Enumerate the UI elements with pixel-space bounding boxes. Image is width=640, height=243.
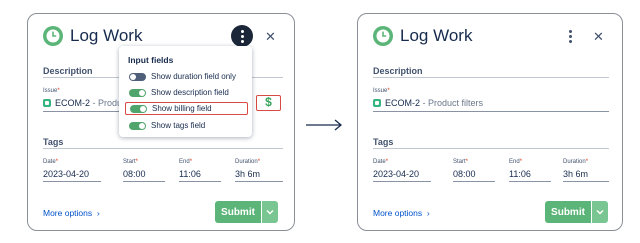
date-field-underline <box>43 181 101 182</box>
duration-field-underline <box>235 181 283 182</box>
issue-field-value[interactable]: ECOM-2 - Produ <box>43 98 122 108</box>
duration-field-value[interactable]: 3h 6m <box>235 169 260 179</box>
tags-section-label: Tags <box>373 137 394 147</box>
close-icon[interactable]: ✕ <box>593 29 604 45</box>
chevron-right-icon: › <box>426 208 430 218</box>
issue-field-label: Issue* <box>43 88 60 94</box>
end-field-value[interactable]: 11:06 <box>509 169 531 179</box>
end-field-label: End* <box>509 159 523 165</box>
issue-field-underline <box>373 111 609 112</box>
billing-icon-highlighted[interactable]: $ <box>256 95 281 111</box>
log-work-dialog-after: Log Work ✕ Description Issue* ECOM-2 - P… <box>357 13 623 231</box>
start-field-underline <box>453 181 495 182</box>
issue-field-value[interactable]: ECOM-2 - Product filters <box>373 98 483 108</box>
menu-option-label: Show billing field <box>152 104 212 113</box>
submit-button-group: Submit <box>545 201 608 223</box>
date-field-value[interactable]: 2023-04-20 <box>373 169 419 179</box>
menu-option-description[interactable]: Show description field <box>125 86 248 99</box>
submit-button[interactable]: Submit <box>545 201 591 223</box>
chevron-right-icon: › <box>96 208 100 218</box>
arrow-right-icon <box>306 119 343 131</box>
date-field-underline <box>373 181 431 182</box>
toggle-switch-off[interactable] <box>129 72 146 81</box>
toggle-switch-on[interactable] <box>129 121 146 130</box>
description-section-label: Description <box>373 66 423 76</box>
date-field-value[interactable]: 2023-04-20 <box>43 169 89 179</box>
submit-options-button[interactable] <box>262 201 278 223</box>
more-actions-button[interactable] <box>231 25 253 47</box>
duration-field-underline <box>563 181 609 182</box>
epic-icon <box>43 99 51 107</box>
start-field-label: Start* <box>453 159 469 165</box>
dialog-header: Log Work <box>372 25 472 47</box>
end-field-value[interactable]: 11:06 <box>179 169 201 179</box>
section-divider <box>373 148 609 149</box>
toggle-switch-on[interactable] <box>129 88 146 97</box>
description-section-label: Description <box>43 66 93 76</box>
submit-button-group: Submit <box>215 201 278 223</box>
dialog-title: Log Work <box>70 26 143 45</box>
chevron-down-icon <box>596 210 604 215</box>
menu-title: Input fields <box>128 55 174 65</box>
duration-field-label: Duration* <box>563 159 589 165</box>
dialog-header: Log Work <box>42 25 142 47</box>
more-options-link[interactable]: More options › <box>373 208 430 218</box>
chevron-down-icon <box>266 210 274 215</box>
menu-option-billing[interactable]: Show billing field <box>125 102 248 115</box>
submit-button[interactable]: Submit <box>215 201 261 223</box>
issue-field-label: Issue* <box>373 88 390 94</box>
kebab-icon <box>240 29 244 43</box>
kebab-icon <box>568 29 572 43</box>
more-options-link[interactable]: More options › <box>43 208 100 218</box>
clock-icon <box>42 25 64 47</box>
menu-option-label: Show duration field only <box>151 72 236 81</box>
close-icon[interactable]: ✕ <box>265 29 276 45</box>
dialog-title: Log Work <box>400 26 473 45</box>
section-divider <box>373 77 609 78</box>
duration-field-label: Duration* <box>235 159 261 165</box>
input-fields-menu: Input fields Show duration field only Sh… <box>119 46 252 137</box>
start-field-value[interactable]: 08:00 <box>123 169 146 179</box>
more-actions-button[interactable] <box>559 25 581 47</box>
tags-section-label: Tags <box>43 137 64 147</box>
toggle-switch-on[interactable] <box>130 104 147 113</box>
epic-icon <box>373 99 381 107</box>
start-field-label: Start* <box>123 159 139 165</box>
submit-options-button[interactable] <box>592 201 608 223</box>
end-field-underline <box>509 181 551 182</box>
end-field-label: End* <box>179 159 193 165</box>
start-field-underline <box>123 181 165 182</box>
date-field-label: Date* <box>373 159 389 165</box>
menu-option-duration-only[interactable]: Show duration field only <box>125 70 248 83</box>
menu-option-label: Show tags field <box>151 121 206 130</box>
menu-option-label: Show description field <box>151 88 229 97</box>
duration-field-value[interactable]: 3h 6m <box>563 169 588 179</box>
section-divider <box>43 148 283 149</box>
date-field-label: Date* <box>43 159 59 165</box>
clock-icon <box>372 25 394 47</box>
menu-option-tags[interactable]: Show tags field <box>125 119 248 132</box>
end-field-underline <box>179 181 221 182</box>
start-field-value[interactable]: 08:00 <box>453 169 476 179</box>
